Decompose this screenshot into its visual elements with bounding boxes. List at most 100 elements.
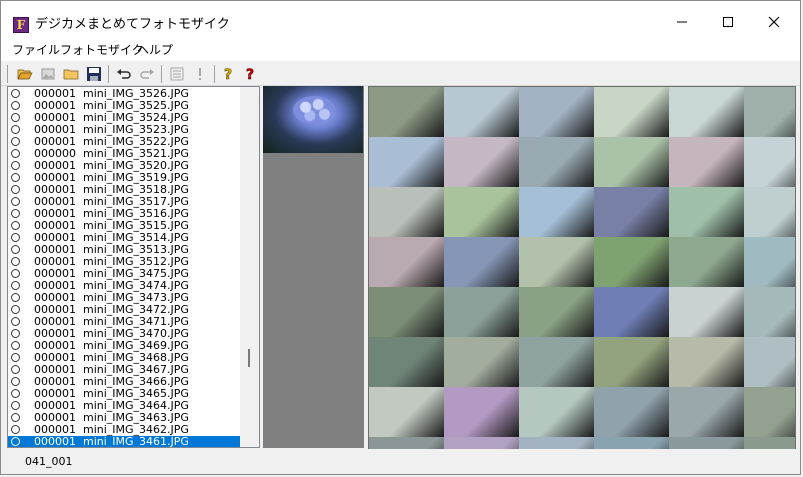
radio-button[interactable] bbox=[11, 377, 20, 386]
context-help-icon: ? bbox=[246, 67, 255, 82]
toolbar-separator bbox=[161, 65, 162, 83]
radio-button[interactable] bbox=[11, 365, 20, 374]
menu-help[interactable]: ヘルプ bbox=[137, 42, 173, 58]
radio-button[interactable] bbox=[11, 437, 20, 446]
radio-button[interactable] bbox=[11, 257, 20, 266]
mosaic-tile bbox=[744, 287, 795, 337]
open-folder-icon bbox=[17, 69, 33, 80]
radio-button[interactable] bbox=[11, 197, 20, 206]
radio-button[interactable] bbox=[11, 233, 20, 242]
context-help-button[interactable]: ? bbox=[242, 65, 260, 83]
mosaic-tile bbox=[669, 237, 744, 287]
menu-photomosaic[interactable]: フォトモザイク bbox=[60, 42, 144, 58]
mosaic-tile bbox=[744, 237, 795, 287]
maximize-icon bbox=[723, 17, 733, 27]
scrollbar-thumb[interactable] bbox=[248, 349, 250, 367]
mosaic-tile bbox=[369, 187, 444, 237]
mosaic-tile bbox=[744, 137, 795, 187]
toolbar-separator bbox=[7, 65, 8, 83]
menu-file[interactable]: ファイル bbox=[12, 42, 60, 58]
open-button[interactable] bbox=[16, 65, 34, 83]
app-window: F デジカメまとめてフォトモザイク ファイル フォトモザイク ヘルプ ? ? 0… bbox=[0, 0, 801, 475]
app-icon: F bbox=[13, 17, 29, 33]
list-button[interactable] bbox=[168, 65, 186, 83]
file-name: mini_IMG_3461.JPG bbox=[83, 435, 189, 448]
minimize-button[interactable] bbox=[659, 7, 705, 37]
mosaic-tile bbox=[444, 287, 519, 337]
radio-button[interactable] bbox=[11, 89, 20, 98]
mosaic-tile bbox=[744, 387, 795, 437]
radio-button[interactable] bbox=[11, 329, 20, 338]
mosaic-tile bbox=[594, 237, 669, 287]
toolbar-separator bbox=[214, 65, 215, 83]
radio-button[interactable] bbox=[11, 173, 20, 182]
radio-button[interactable] bbox=[11, 161, 20, 170]
minimize-icon bbox=[677, 21, 687, 23]
mosaic-tile bbox=[369, 237, 444, 287]
radio-button[interactable] bbox=[11, 281, 20, 290]
radio-button[interactable] bbox=[11, 293, 20, 302]
mosaic-tile bbox=[519, 137, 594, 187]
mosaic-tile bbox=[669, 337, 744, 387]
list-icon bbox=[170, 67, 184, 81]
radio-button[interactable] bbox=[11, 137, 20, 146]
mosaic-tile bbox=[444, 337, 519, 387]
mosaic-tile bbox=[669, 187, 744, 237]
radio-button[interactable] bbox=[11, 185, 20, 194]
radio-button[interactable] bbox=[11, 245, 20, 254]
file-list-scrollbar[interactable] bbox=[240, 87, 259, 447]
exclamation-button[interactable] bbox=[191, 65, 209, 83]
photomosaic-canvas[interactable] bbox=[368, 86, 796, 450]
radio-button[interactable] bbox=[11, 317, 20, 326]
mosaic-tile bbox=[444, 87, 519, 137]
radio-button[interactable] bbox=[11, 113, 20, 122]
radio-button[interactable] bbox=[11, 425, 20, 434]
radio-button[interactable] bbox=[11, 221, 20, 230]
save-button[interactable] bbox=[85, 65, 103, 83]
svg-text:?: ? bbox=[246, 67, 254, 82]
folder-button[interactable] bbox=[62, 65, 80, 83]
help-button[interactable]: ? bbox=[220, 65, 238, 83]
undo-button[interactable] bbox=[115, 65, 133, 83]
radio-button[interactable] bbox=[11, 413, 20, 422]
mosaic-tile bbox=[744, 337, 795, 387]
mosaic-tile bbox=[369, 137, 444, 187]
radio-button[interactable] bbox=[11, 401, 20, 410]
mosaic-tile bbox=[594, 87, 669, 137]
preview-pane bbox=[263, 86, 364, 448]
radio-button[interactable] bbox=[11, 341, 20, 350]
window-title: デジカメまとめてフォトモザイク bbox=[35, 17, 230, 32]
radio-button[interactable] bbox=[11, 305, 20, 314]
file-list-item[interactable]: 000001 mini_IMG_3461.JPG bbox=[8, 435, 240, 448]
mosaic-tile bbox=[519, 87, 594, 137]
mosaic-tile bbox=[369, 387, 444, 437]
mosaic-tile bbox=[444, 387, 519, 437]
help-icon: ? bbox=[224, 67, 233, 82]
menu-bar: ファイル フォトモザイク ヘルプ bbox=[1, 41, 800, 61]
undo-icon bbox=[117, 69, 131, 79]
use-count: 000001 bbox=[34, 435, 76, 448]
hydrangea-flower bbox=[293, 96, 335, 124]
file-list[interactable]: 000001 mini_IMG_3526.JPG 000001 mini_IMG_35… bbox=[7, 86, 260, 448]
image-icon bbox=[41, 68, 55, 80]
radio-button[interactable] bbox=[11, 149, 20, 158]
maximize-button[interactable] bbox=[705, 7, 751, 37]
radio-button[interactable] bbox=[11, 389, 20, 398]
mosaic-tile bbox=[594, 337, 669, 387]
radio-button[interactable] bbox=[11, 101, 20, 110]
mosaic-tile bbox=[594, 187, 669, 237]
radio-button[interactable] bbox=[11, 209, 20, 218]
mosaic-tile bbox=[594, 287, 669, 337]
image-button[interactable] bbox=[39, 65, 57, 83]
mosaic-tile bbox=[519, 237, 594, 287]
status-bar: 041_001 bbox=[1, 449, 800, 474]
save-icon bbox=[87, 67, 101, 81]
radio-button[interactable] bbox=[11, 269, 20, 278]
toolbar: ? ? bbox=[1, 61, 800, 86]
radio-button[interactable] bbox=[11, 353, 20, 362]
mosaic-tile bbox=[669, 137, 744, 187]
radio-button[interactable] bbox=[11, 125, 20, 134]
svg-text:?: ? bbox=[224, 67, 232, 82]
redo-button[interactable] bbox=[138, 65, 156, 83]
close-button[interactable] bbox=[751, 7, 797, 37]
